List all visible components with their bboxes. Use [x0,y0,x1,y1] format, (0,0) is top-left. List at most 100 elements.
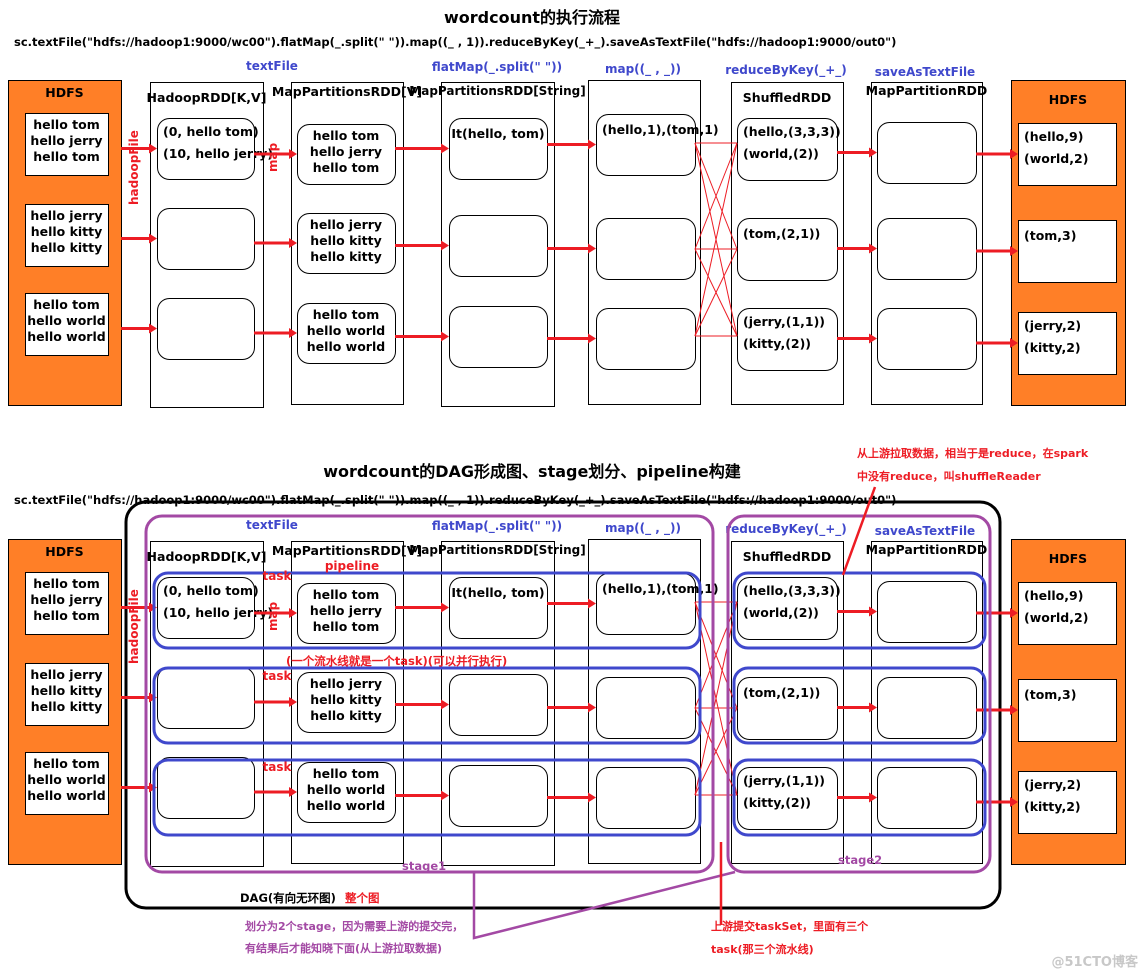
partition-box [449,306,548,368]
partition-box [596,767,696,829]
stage1-label: stage1 [402,859,446,873]
partition-text: (hello,1),(tom,1) [602,122,719,137]
partition-text: (jerry,2) [1024,318,1081,333]
partition-text: (kitty,2) [1024,799,1081,814]
column-label: ShuffledRDD [743,90,832,105]
partition-text: (0, hello tom) [163,124,259,139]
partition-box [157,298,255,360]
partition-text: hello kitty [31,240,103,255]
partition-text: (world,2) [1024,151,1088,166]
shuffle-reader-note: 中没有reduce，叫shuffleReader [857,469,1041,483]
column-label: MapPartitionsRDD[V] [272,84,422,99]
taskset-note: 上游提交taskSet，里面有三个 [711,919,869,933]
op-label-0: textFile [246,518,298,532]
partition-box [449,215,548,277]
diagram-title: wordcount的执行流程 [444,8,620,27]
column-label: MapPartitionsRDD[String] [409,543,585,557]
partition-text: hello kitty [310,708,382,723]
partition-text: hello tom [313,307,379,322]
column-label: HDFS [45,85,83,100]
partition-text: hello kitty [310,233,382,248]
op-label-1: flatMap(_.split(" ")) [432,60,562,75]
partition-text: hello world [27,772,105,787]
partition-box [877,767,977,829]
partition-text: hello kitty [310,692,382,707]
partition-text: (tom,(2,1)) [743,685,820,700]
partition-text: (jerry,(1,1)) [743,314,825,329]
map-label: map [266,601,280,631]
partition-text: (hello,(3,3,3)) [743,124,841,139]
partition-box [449,674,548,736]
partition-text: hello tom [313,587,379,602]
op-label-3: reduceByKey(_+_) [725,522,846,537]
partition-text: hello world [307,782,385,797]
partition-text: (kitty,(2)) [743,336,811,351]
partition-text: hello kitty [31,683,103,698]
partition-box [157,757,255,819]
watermark: @51CTO博客 [1051,954,1139,970]
stage2-label: stage2 [838,853,882,867]
wordcount-diagram: wordcount的执行流程 sc.textFile("hdfs://hadoop… [0,0,1148,979]
partition-box [596,218,696,280]
partition-text: hello jerry [30,133,102,148]
partition-text: (world,2) [1024,610,1088,625]
column-label: MapPartitionRDD [866,542,988,557]
taskset-note: task(那三个流水线) [711,942,814,956]
partition-box [877,581,977,643]
partition-box [596,677,696,739]
partition-text: hello tom [313,128,379,143]
partition-text: hello world [27,313,105,328]
column-label: HDFS [1049,551,1087,566]
op-label-2: map((_ , _)) [605,62,681,77]
partition-text: It(hello, tom) [451,126,544,141]
column-label: HDFS [1049,92,1087,107]
partition-text: It(hello, tom) [451,585,544,600]
partition-text: hello tom [313,766,379,781]
op-label-0: textFile [246,59,298,73]
task-label: task [263,669,293,683]
partition-text: (kitty,(2)) [743,795,811,810]
partition-box [157,667,255,729]
task-label: task [263,569,293,583]
partition-text: hello jerry [30,592,102,607]
partition-text: hello kitty [31,224,103,239]
partition-text: (0, hello tom) [163,583,259,598]
op-label-4: saveAsTextFile [875,65,975,79]
partition-text: hello tom [33,297,99,312]
partition-text: hello tom [33,608,99,623]
partition-text: hello world [307,798,385,813]
op-label-3: reduceByKey(_+_) [725,63,846,78]
partition-box [449,765,548,827]
partition-text: hello kitty [31,699,103,714]
partition-text: (kitty,2) [1024,340,1081,355]
partition-text: hello jerry [310,217,382,232]
partition-box [157,208,255,270]
column-label: MapPartitionsRDD[V] [272,543,422,558]
stage-note: 有结果后才能知晓下面(从上游拉取数据) [245,941,442,955]
hadoopfile-label: hadoopFile [127,130,141,205]
partition-text: (hello,(3,3,3)) [743,583,841,598]
diagram-title: wordcount的DAG形成图、stage划分、pipeline构建 [323,462,741,481]
column-label: HDFS [45,544,83,559]
partition-text: hello world [27,788,105,803]
pipeline-label: pipeline [325,559,379,573]
stage-note: 划分为2个stage，因为需要上游的提交完， [245,919,463,933]
task-label: task [263,760,293,774]
partition-text: hello tom [33,576,99,591]
partition-box [877,218,977,280]
shuffle-reader-note: 从上游拉取数据，相当于是reduce，在spark [857,446,1089,460]
column-label: MapPartitionRDD [866,83,988,98]
column-label: ShuffledRDD [743,549,832,564]
column-label: HadoopRDD[K,V] [147,549,267,564]
partition-text: hello kitty [310,249,382,264]
partition-text: (tom,3) [1024,687,1076,702]
partition-text: (tom,3) [1024,228,1076,243]
partition-text: hello world [307,339,385,354]
partition-box [877,308,977,370]
partition-text: hello world [307,323,385,338]
partition-text: hello jerry [30,208,102,223]
partition-box [596,308,696,370]
op-label-1: flatMap(_.split(" ")) [432,519,562,534]
partition-text: (hello,9) [1024,588,1083,603]
partition-text: hello tom [313,619,379,634]
